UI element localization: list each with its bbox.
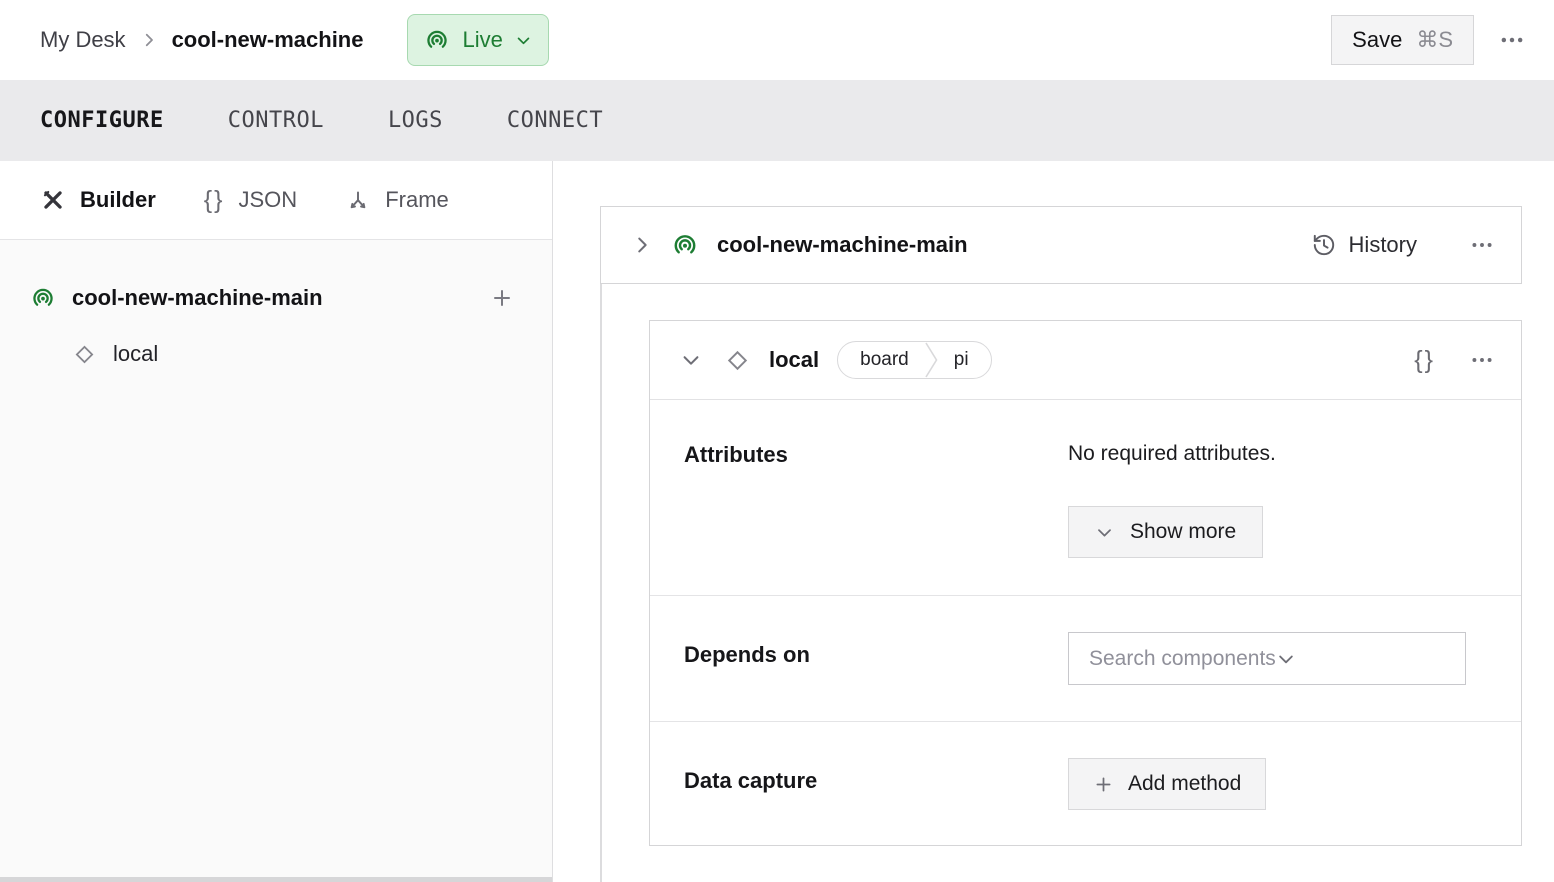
mode-tab-builder[interactable]: Builder	[40, 187, 156, 213]
mode-tab-label: Builder	[80, 187, 156, 213]
data-capture-section: Data capture Add method	[650, 722, 1521, 845]
component-json-button[interactable]: {}	[1414, 346, 1435, 375]
save-button[interactable]: Save ⌘S	[1331, 15, 1474, 65]
machine-nav-tabs: CONFIGURE CONTROL LOGS CONNECT	[0, 80, 1554, 161]
save-button-label: Save	[1352, 27, 1402, 53]
chevron-down-icon	[515, 32, 532, 49]
part-card-title: cool-new-machine-main	[717, 232, 968, 258]
sidebar: Builder {} JSON Frame	[0, 161, 553, 882]
part-card-menu-button[interactable]	[1469, 232, 1495, 258]
chevron-down-icon	[1095, 523, 1114, 542]
attributes-label: Attributes	[684, 442, 1068, 595]
machine-live-icon	[424, 27, 450, 53]
add-method-label: Add method	[1128, 772, 1241, 796]
component-name: local	[769, 347, 819, 373]
mode-tab-frame[interactable]: Frame	[345, 187, 449, 213]
live-status-button[interactable]: Live	[407, 14, 548, 66]
component-type: board	[838, 349, 925, 371]
mode-tab-label: JSON	[239, 187, 298, 213]
collapse-component-button[interactable]	[680, 349, 702, 371]
breadcrumb-separator-icon	[140, 31, 158, 49]
live-status-label: Live	[462, 27, 502, 53]
chevron-down-icon	[1276, 649, 1296, 669]
component-diamond-icon	[72, 342, 97, 367]
ellipsis-icon	[1469, 347, 1495, 373]
history-button[interactable]: History	[1311, 232, 1417, 258]
component-model: pi	[938, 349, 991, 371]
expand-part-button[interactable]	[631, 234, 653, 256]
add-method-button[interactable]: Add method	[1068, 758, 1266, 810]
component-type-model-badge: board pi	[837, 341, 991, 379]
component-card-header: local board pi {}	[650, 321, 1521, 400]
ellipsis-icon	[1469, 232, 1495, 258]
chevron-down-icon	[680, 349, 702, 371]
attributes-section: Attributes No required attributes. Show …	[650, 400, 1521, 596]
frame-axes-icon	[345, 187, 371, 213]
app-header: My Desk cool-new-machine Live Save ⌘S	[0, 0, 1554, 80]
attributes-content: No required attributes. Show more	[1068, 442, 1276, 595]
plus-icon	[490, 286, 514, 310]
machine-part-icon	[30, 285, 56, 311]
header-overflow-menu-button[interactable]	[1498, 26, 1526, 54]
depends-on-label: Depends on	[684, 642, 1068, 721]
breadcrumb-machine-name: cool-new-machine	[172, 27, 364, 53]
tools-icon	[40, 187, 66, 213]
badge-divider-icon	[925, 342, 938, 378]
depends-on-section: Depends on Search components	[650, 596, 1521, 722]
machine-part-card: cool-new-machine-main History	[600, 206, 1522, 284]
save-shortcut-hint: ⌘S	[1416, 27, 1453, 53]
tree-connector-line	[600, 284, 602, 882]
braces-icon: {}	[1414, 346, 1435, 375]
depends-on-select[interactable]: Search components	[1068, 632, 1466, 685]
show-more-label: Show more	[1130, 520, 1236, 544]
mode-tab-json[interactable]: {} JSON	[204, 186, 297, 215]
tab-control[interactable]: CONTROL	[228, 108, 324, 133]
component-diamond-icon	[724, 347, 751, 374]
tree-item-label: cool-new-machine-main	[72, 285, 474, 311]
data-capture-content: Add method	[1068, 758, 1266, 845]
tree-item-machine-part[interactable]: cool-new-machine-main	[0, 270, 552, 326]
viam-machine-page: My Desk cool-new-machine Live Save ⌘S	[0, 0, 1554, 882]
history-icon	[1311, 232, 1337, 258]
config-builder-main: cool-new-machine-main History	[553, 161, 1554, 882]
tab-logs[interactable]: LOGS	[388, 108, 443, 133]
mode-tab-label: Frame	[385, 187, 449, 213]
breadcrumb: My Desk cool-new-machine	[40, 27, 363, 53]
chevron-right-icon	[631, 234, 653, 256]
component-card-local: local board pi {}	[649, 320, 1522, 846]
tree-item-component-local[interactable]: local	[0, 326, 552, 382]
attributes-empty-text: No required attributes.	[1068, 442, 1276, 466]
show-more-button[interactable]: Show more	[1068, 506, 1263, 558]
ellipsis-icon	[1498, 26, 1526, 54]
data-capture-label: Data capture	[684, 768, 1068, 845]
tree-item-label: local	[113, 341, 158, 367]
breadcrumb-location[interactable]: My Desk	[40, 27, 126, 53]
component-header-actions: {}	[1414, 346, 1495, 375]
add-component-button[interactable]	[490, 286, 514, 310]
depends-on-placeholder: Search components	[1089, 647, 1276, 671]
machine-part-icon	[671, 231, 699, 259]
machine-tree: cool-new-machine-main local	[0, 240, 552, 382]
braces-icon: {}	[204, 186, 225, 215]
depends-on-content: Search components	[1068, 632, 1466, 721]
component-menu-button[interactable]	[1469, 347, 1495, 373]
configure-content: Builder {} JSON Frame	[0, 161, 1554, 882]
plus-icon	[1093, 774, 1114, 795]
tab-connect[interactable]: CONNECT	[507, 108, 603, 133]
history-label: History	[1349, 232, 1417, 258]
sidebar-horizontal-scrollbar[interactable]	[0, 877, 552, 882]
tab-configure[interactable]: CONFIGURE	[40, 108, 164, 133]
sidebar-mode-tabs: Builder {} JSON Frame	[0, 161, 552, 240]
